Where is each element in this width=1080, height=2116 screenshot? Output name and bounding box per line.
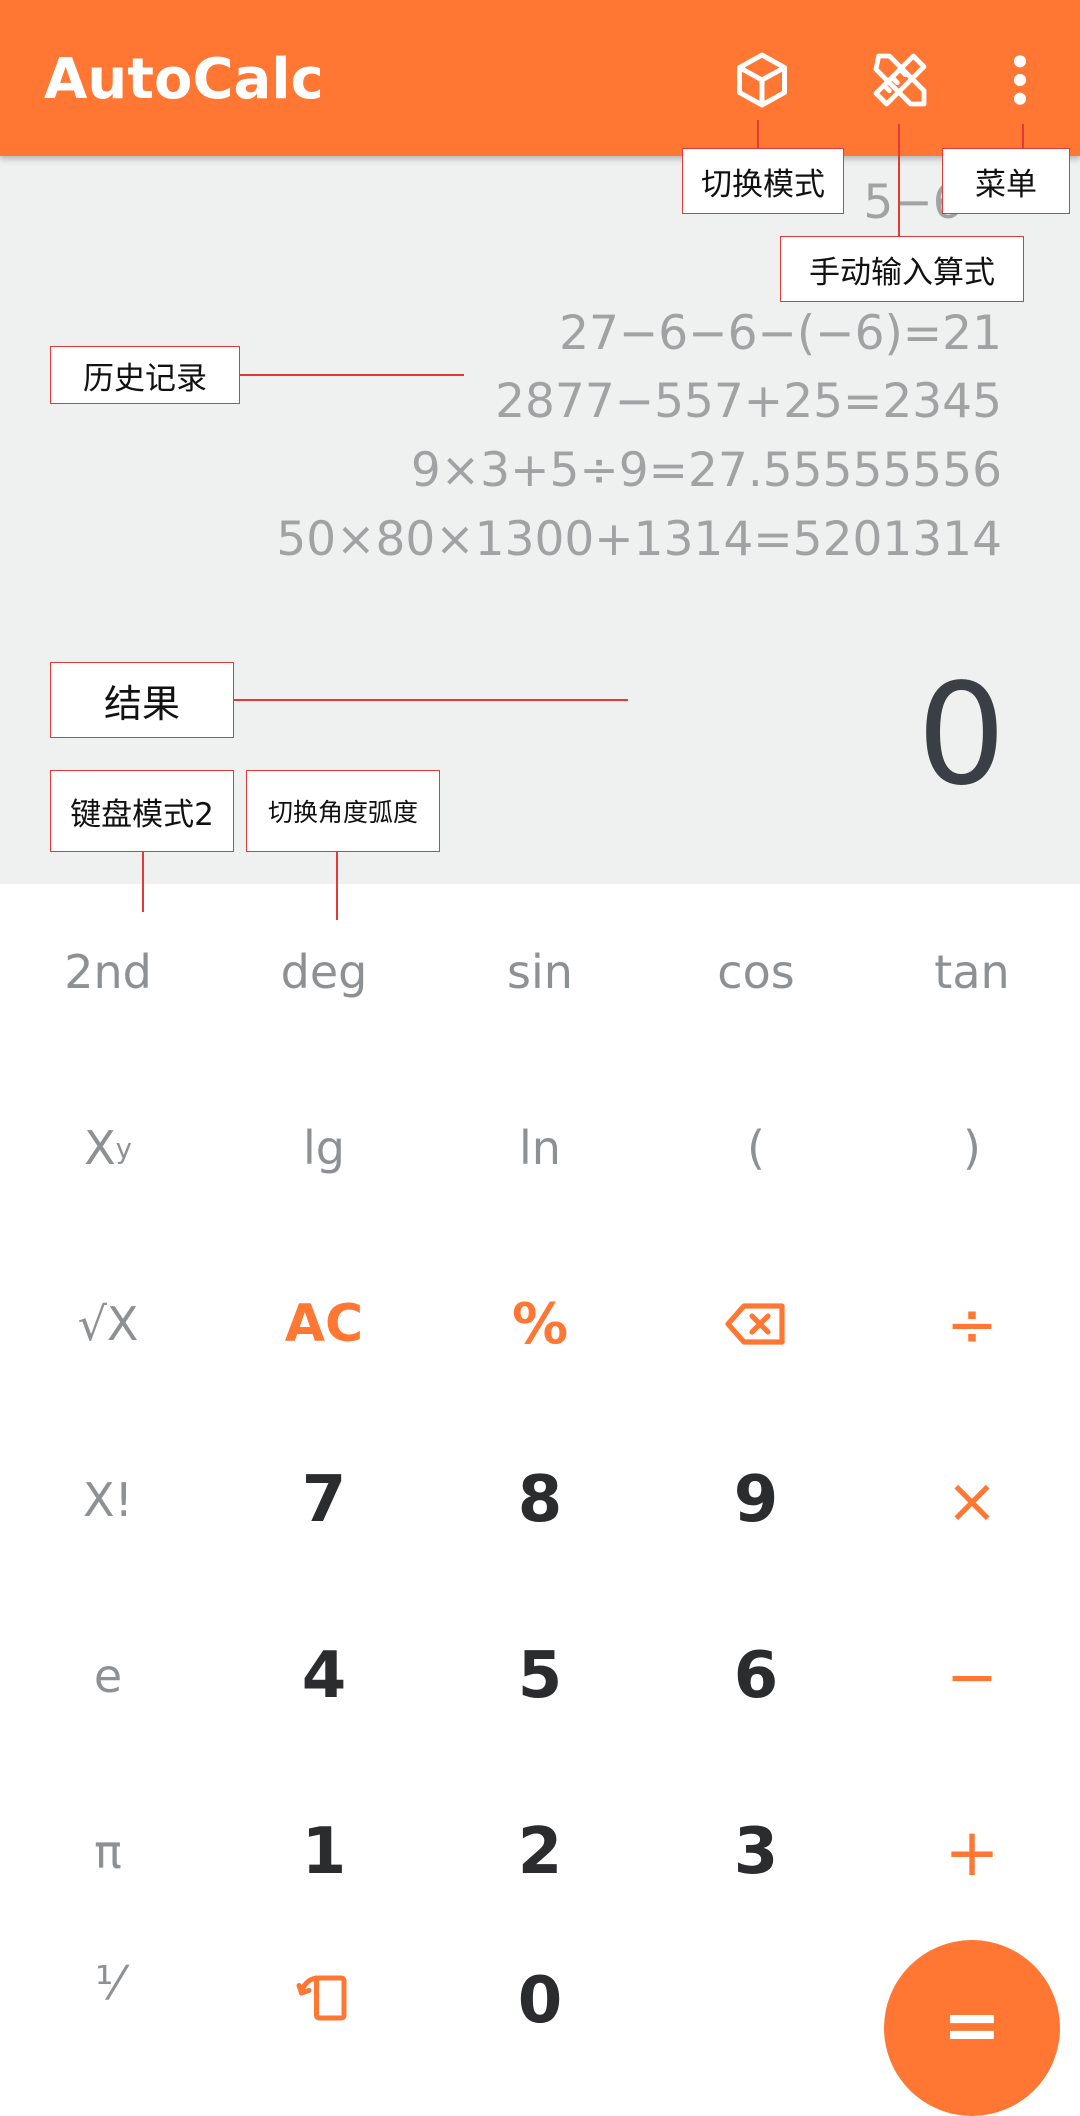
annotation-leader xyxy=(757,120,759,148)
key-minus[interactable]: − xyxy=(864,1588,1080,1764)
key-left-paren[interactable]: ( xyxy=(648,1060,864,1236)
history-line[interactable]: 50×80×1300+1314=5201314 xyxy=(276,509,1002,571)
annotation-menu: 菜单 xyxy=(942,148,1070,214)
app-title: AutoCalc xyxy=(44,47,324,112)
key-all-clear[interactable]: AC xyxy=(216,1236,432,1412)
key-ln[interactable]: ln xyxy=(432,1060,648,1236)
key-deg[interactable]: deg xyxy=(216,884,432,1060)
keypad: 2nd deg sin cos tan Xy lg ln ( ) √X AC %… xyxy=(0,884,1080,2038)
key-power[interactable]: Xy xyxy=(0,1060,216,1236)
annotation-leader xyxy=(142,850,144,912)
annotation-angle-toggle: 切换角度弧度 xyxy=(246,770,440,852)
equals-button[interactable]: = xyxy=(884,1940,1060,2116)
key-cos[interactable]: cos xyxy=(648,884,864,1060)
key-2[interactable]: 2 xyxy=(432,1764,648,1940)
key-pi[interactable]: π xyxy=(0,1764,216,1940)
key-lg[interactable]: lg xyxy=(216,1060,432,1236)
key-factorial[interactable]: X! xyxy=(0,1412,216,1588)
key-9[interactable]: 9 xyxy=(648,1412,864,1588)
rotate-icon xyxy=(296,1975,347,2021)
key-percent[interactable]: % xyxy=(432,1236,648,1412)
key-6[interactable]: 6 xyxy=(648,1588,864,1764)
history-line[interactable]: 2877−557+25=2345 xyxy=(495,371,1002,433)
annotation-switch-mode: 切换模式 xyxy=(682,148,844,214)
annotation-result: 结果 xyxy=(50,662,234,738)
key-right-paren[interactable]: ) xyxy=(864,1060,1080,1236)
result-display: 0 xyxy=(916,654,1006,817)
pencil-ruler-icon[interactable] xyxy=(860,40,940,120)
key-1[interactable]: 1 xyxy=(216,1764,432,1940)
key-0[interactable]: 0 xyxy=(432,1940,648,2116)
annotation-leader xyxy=(898,124,900,236)
history-line[interactable]: 9×3+5÷9=27.55555556 xyxy=(411,440,1002,502)
key-power-exponent: y xyxy=(115,1131,132,1165)
history-line[interactable]: 27−6−6−(−6)=21 xyxy=(559,303,1002,365)
key-backspace[interactable] xyxy=(648,1236,864,1412)
key-e[interactable]: e xyxy=(0,1588,216,1764)
annotation-leader xyxy=(336,850,338,920)
key-sqrt[interactable]: √X xyxy=(0,1236,216,1412)
key-power-base: X xyxy=(84,1121,116,1175)
annotation-keyboard-mode2: 键盘模式2 xyxy=(50,770,234,852)
key-reciprocal[interactable]: ⅟ xyxy=(0,1940,216,2116)
app-bar: AutoCalc xyxy=(0,0,1080,156)
key-sin[interactable]: sin xyxy=(432,884,648,1060)
key-plus[interactable]: + xyxy=(864,1764,1080,1940)
key-8[interactable]: 8 xyxy=(432,1412,648,1588)
more-vert-icon[interactable] xyxy=(980,40,1060,120)
cube-icon[interactable] xyxy=(722,40,802,120)
key-7[interactable]: 7 xyxy=(216,1412,432,1588)
key-3[interactable]: 3 xyxy=(648,1764,864,1940)
annotation-history: 历史记录 xyxy=(50,346,240,404)
key-rotate[interactable] xyxy=(216,1940,432,2116)
key-5[interactable]: 5 xyxy=(432,1588,648,1764)
key-2nd[interactable]: 2nd xyxy=(0,884,216,1060)
annotation-leader xyxy=(1022,124,1024,148)
key-4[interactable]: 4 xyxy=(216,1588,432,1764)
backspace-icon xyxy=(725,1303,785,1345)
annotation-leader xyxy=(238,374,464,376)
key-divide[interactable]: ÷ xyxy=(864,1236,1080,1412)
annotation-leader xyxy=(232,699,628,701)
annotation-manual-input: 手动输入算式 xyxy=(780,236,1024,302)
key-tan[interactable]: tan xyxy=(864,884,1080,1060)
key-multiply[interactable]: × xyxy=(864,1412,1080,1588)
